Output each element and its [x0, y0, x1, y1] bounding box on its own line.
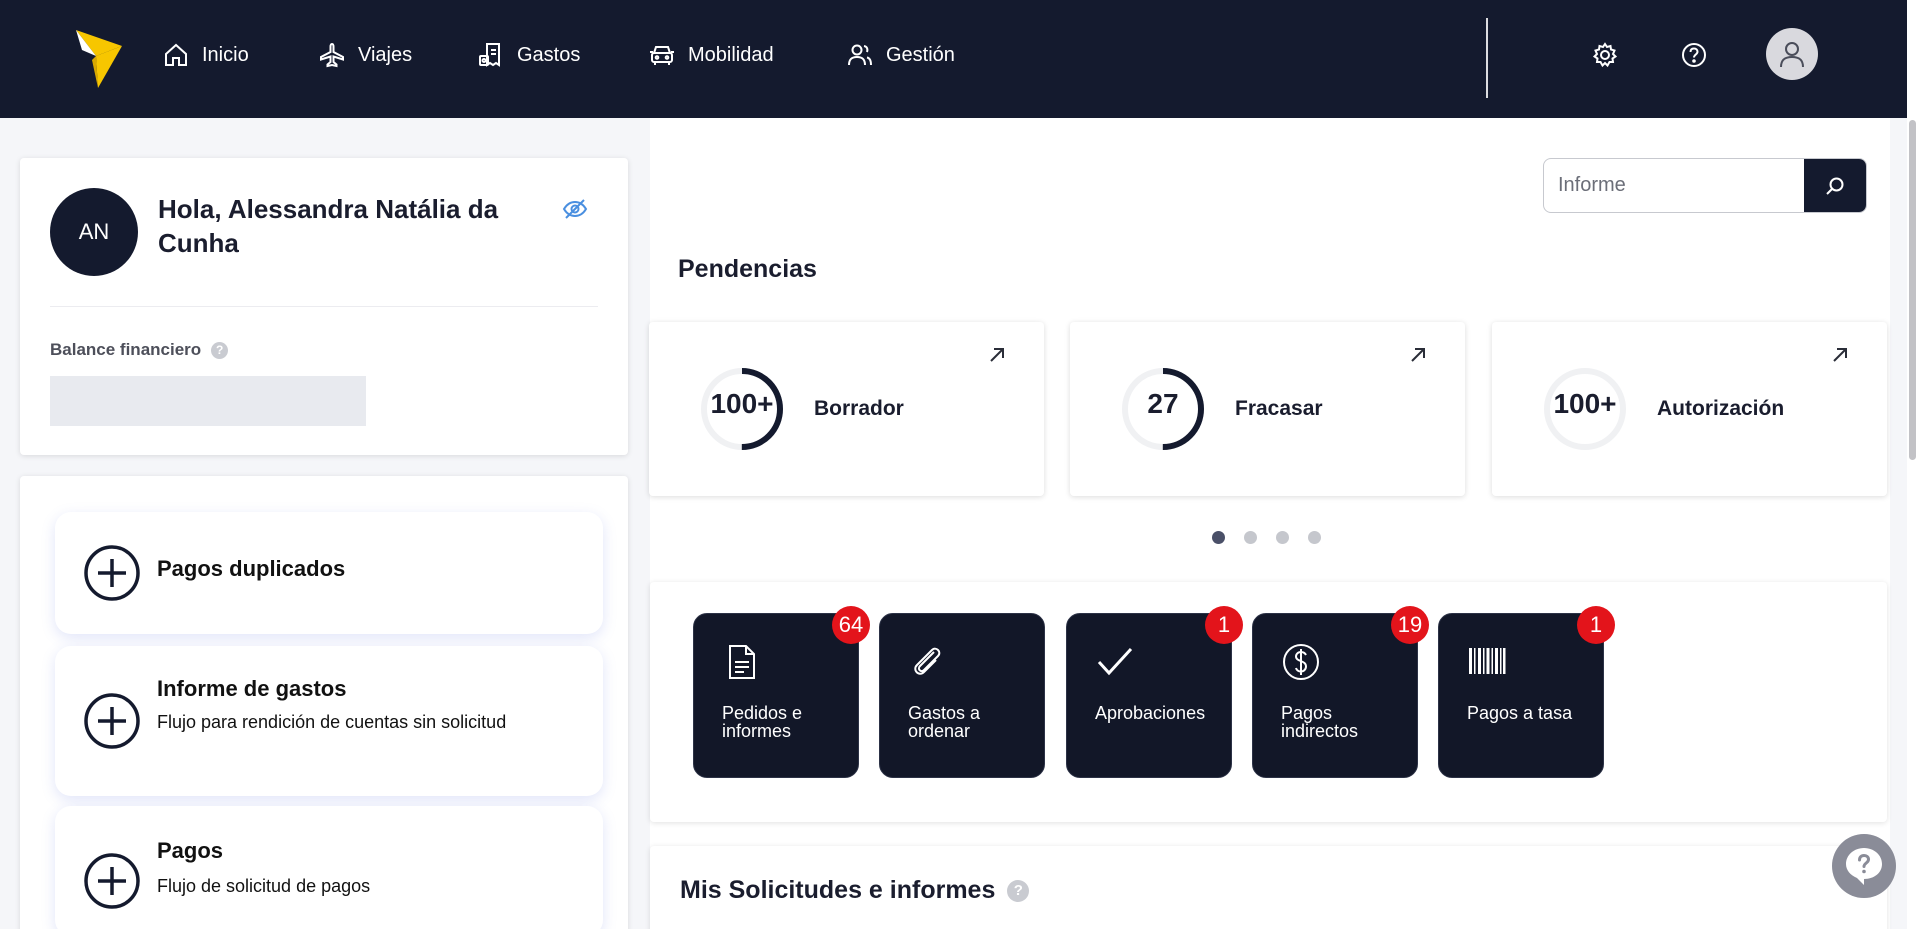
paperclip-icon — [914, 647, 941, 675]
plus-circle-icon — [84, 853, 140, 909]
nav-item-gestion[interactable]: Gestión — [846, 38, 955, 72]
pending-card-autorizacion[interactable]: 100+ Autorización — [1492, 322, 1887, 496]
carousel-dot[interactable] — [1212, 531, 1225, 544]
balance-help-icon[interactable]: ? — [211, 341, 229, 359]
tile-pedidos-e-informes[interactable]: Pedidos e informes 64 — [693, 606, 870, 778]
tile-pagos-a-tasa[interactable]: Pagos a tasa 1 — [1438, 606, 1615, 778]
plus-circle-icon — [84, 545, 140, 601]
notification-badge: 19 — [1391, 606, 1429, 644]
balance-label-text: Balance financiero — [50, 340, 202, 359]
pendencias-title: Pendencias — [678, 255, 817, 283]
search-box — [1543, 158, 1867, 213]
user-icon — [1780, 42, 1804, 68]
avatar-initials: AN — [78, 219, 110, 244]
top-navigation-bar: Inicio Viajes Gastos Mobilidad Gestión — [0, 0, 1907, 118]
help-icon[interactable] — [1679, 40, 1709, 70]
flow-informe-de-gastos[interactable]: Informe de gastos Flujo para rendición d… — [55, 646, 603, 796]
nav-label: Gestión — [886, 43, 955, 66]
barcode-icon — [1469, 648, 1506, 674]
balance-value-placeholder — [50, 376, 366, 426]
chat-help-icon — [1846, 848, 1882, 885]
notification-badge: 1 — [1205, 606, 1243, 644]
tile-label: Pedidos e informes — [722, 703, 803, 741]
pending-count: 100+ — [1553, 388, 1617, 419]
flow-subtitle: Flujo para rendición de cuentas sin soli… — [157, 712, 507, 732]
my-requests-panel: Mis Solicitudes e informes ? — [650, 846, 1887, 929]
plane-icon — [320, 42, 344, 68]
dollar-icon — [1283, 644, 1319, 680]
search-icon — [1826, 177, 1844, 195]
users-icon — [848, 44, 872, 66]
carousel-pagination — [1212, 531, 1321, 544]
carousel-dot[interactable] — [1276, 531, 1289, 544]
tile-label: Pagos indirectos — [1281, 703, 1359, 741]
check-icon — [1097, 647, 1133, 676]
nav-item-inicio[interactable]: Inicio — [162, 38, 249, 72]
requests-title: Mis Solicitudes e informes ? — [680, 876, 1030, 905]
scrollbar-thumb[interactable] — [1909, 120, 1916, 460]
requests-help-icon[interactable]: ? — [1007, 879, 1030, 902]
nav-item-mobilidad[interactable]: Mobilidad — [648, 38, 774, 72]
search-button[interactable] — [1804, 159, 1866, 212]
tile-pagos-indirectos[interactable]: Pagos indirectos 19 — [1252, 606, 1429, 778]
nav-divider — [1486, 18, 1488, 98]
greeting-text: Hola, Alessandra Natália da Cunha — [158, 194, 499, 258]
flow-title: Informe de gastos — [157, 676, 347, 701]
flow-title: Pagos duplicados — [157, 556, 346, 581]
pending-label: Borrador — [814, 397, 904, 420]
balance-label: Balance financiero ? — [50, 340, 229, 360]
arrow-up-right-icon[interactable] — [1407, 344, 1429, 366]
notification-badge: 64 — [832, 606, 870, 644]
notification-badge: 1 — [1577, 606, 1615, 644]
receipt-icon — [479, 43, 500, 67]
nav-item-viajes[interactable]: Viajes — [318, 38, 412, 72]
profile-card: AN Hola, Alessandra Natália da Cunha Bal… — [20, 158, 628, 455]
flow-subtitle: Flujo de solicitud de pagos — [157, 876, 371, 896]
flow-pagos[interactable]: Pagos Flujo de solicitud de pagos — [55, 806, 603, 929]
document-icon — [729, 645, 755, 679]
pending-card-fracasar[interactable]: 27 Fracasar — [1070, 322, 1465, 496]
flow-title: Pagos — [157, 838, 224, 863]
gear-icon[interactable] — [1590, 40, 1620, 70]
profile-avatar: AN — [50, 188, 138, 276]
pending-card-borrador[interactable]: 100+ Borrador — [649, 322, 1044, 496]
pending-count: 100+ — [710, 388, 774, 419]
pending-count: 27 — [1147, 388, 1179, 419]
nav-label: Gastos — [517, 43, 581, 66]
nav-label: Viajes — [358, 43, 413, 66]
arrow-up-right-icon[interactable] — [1829, 344, 1851, 366]
arrow-up-right-icon[interactable] — [986, 344, 1008, 366]
quick-flows-card: Pagos duplicados Informe de gastos Flujo… — [20, 476, 628, 929]
requests-title-text: Mis Solicitudes e informes — [680, 876, 996, 904]
tile-gastos-a-ordenar[interactable]: Gastos a ordenar — [879, 613, 1045, 778]
help-chat-button[interactable] — [1832, 834, 1896, 898]
tile-label: Aprobaciones — [1095, 703, 1206, 723]
plus-circle-icon — [84, 693, 140, 749]
nav-label: Inicio — [202, 43, 249, 66]
tile-label: Gastos a ordenar — [908, 703, 981, 741]
nav-label: Mobilidad — [688, 43, 774, 66]
profile-divider — [50, 306, 598, 307]
company-logo[interactable] — [76, 30, 122, 88]
eye-off-icon[interactable] — [562, 196, 588, 222]
carousel-dot[interactable] — [1244, 531, 1257, 544]
tile-aprobaciones[interactable]: Aprobaciones 1 — [1066, 606, 1243, 778]
car-icon — [650, 46, 674, 65]
flow-pagos-duplicados[interactable]: Pagos duplicados — [55, 512, 603, 634]
pending-label: Fracasar — [1235, 397, 1323, 420]
pending-label: Autorización — [1657, 397, 1785, 420]
tile-label: Pagos a tasa — [1467, 703, 1573, 723]
carousel-dot[interactable] — [1308, 531, 1321, 544]
nav-item-gastos[interactable]: Gastos — [477, 38, 580, 72]
user-avatar-button[interactable] — [1766, 28, 1818, 80]
home-icon — [165, 43, 187, 66]
search-input[interactable] — [1544, 159, 1806, 212]
